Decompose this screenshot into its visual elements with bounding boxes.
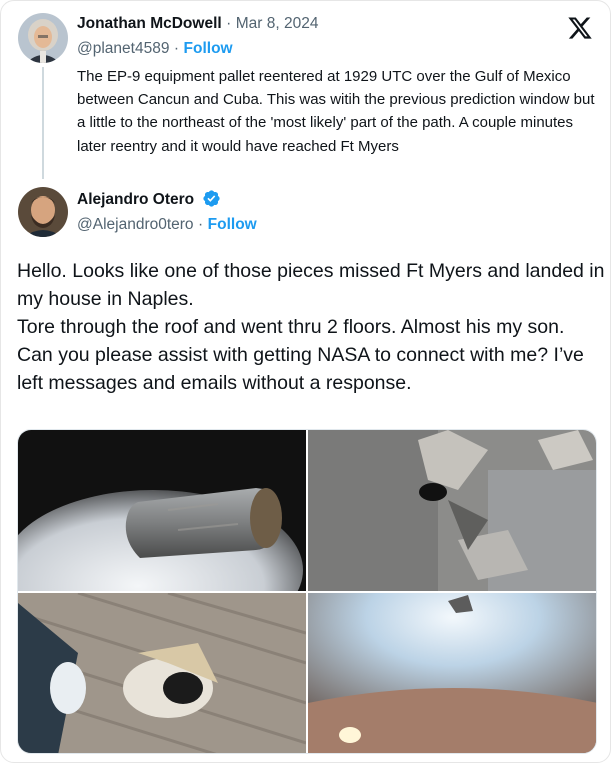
author-handle[interactable]: @planet4589 <box>77 40 169 57</box>
follow-button[interactable]: Follow <box>208 216 257 233</box>
tweet-paragraph: Hello. Looks like one of those pieces mi… <box>17 260 605 310</box>
quoted-tweet-handle-row: @planet4589 · Follow <box>77 39 233 59</box>
reply-tweet-handle-row: @Alejandro0tero · Follow <box>77 215 257 235</box>
x-logo-icon[interactable] <box>567 15 593 41</box>
photo-floor-hole[interactable] <box>18 593 306 753</box>
separator: · <box>173 40 180 57</box>
avatar-jonathan-mcdowell[interactable] <box>18 13 68 63</box>
verified-badge-icon <box>202 189 221 208</box>
avatar-alejandro-otero[interactable] <box>18 187 68 237</box>
quoted-tweet-header: Jonathan McDowell · Mar 8, 2024 <box>77 14 318 34</box>
author-name[interactable]: Jonathan McDowell <box>77 15 222 32</box>
tweet-card: Jonathan McDowell · Mar 8, 2024 @planet4… <box>0 0 611 763</box>
quoted-tweet-text: The EP-9 equipment pallet reentered at 1… <box>77 68 595 155</box>
follow-button[interactable]: Follow <box>184 40 233 57</box>
photo-roof-damage[interactable] <box>308 430 596 591</box>
reply-tweet-header: Alejandro Otero <box>77 189 221 210</box>
tweet-paragraph: Tore through the roof and went thru 2 fl… <box>17 316 565 338</box>
photo-ceiling-hole[interactable] <box>308 593 596 753</box>
tweet-paragraph: Can you please assist with getting NASA … <box>17 344 584 394</box>
media-grid <box>17 429 597 754</box>
separator: · <box>198 216 204 233</box>
thread-connector-line <box>42 67 44 179</box>
author-name[interactable]: Alejandro Otero <box>77 191 194 208</box>
tweet-date[interactable]: Mar 8, 2024 <box>236 15 319 32</box>
author-handle[interactable]: @Alejandro0tero <box>77 216 194 233</box>
separator: · <box>226 15 232 32</box>
reply-tweet-text: Hello. Looks like one of those pieces mi… <box>17 257 605 397</box>
photo-debris-cylinder[interactable] <box>18 430 306 591</box>
